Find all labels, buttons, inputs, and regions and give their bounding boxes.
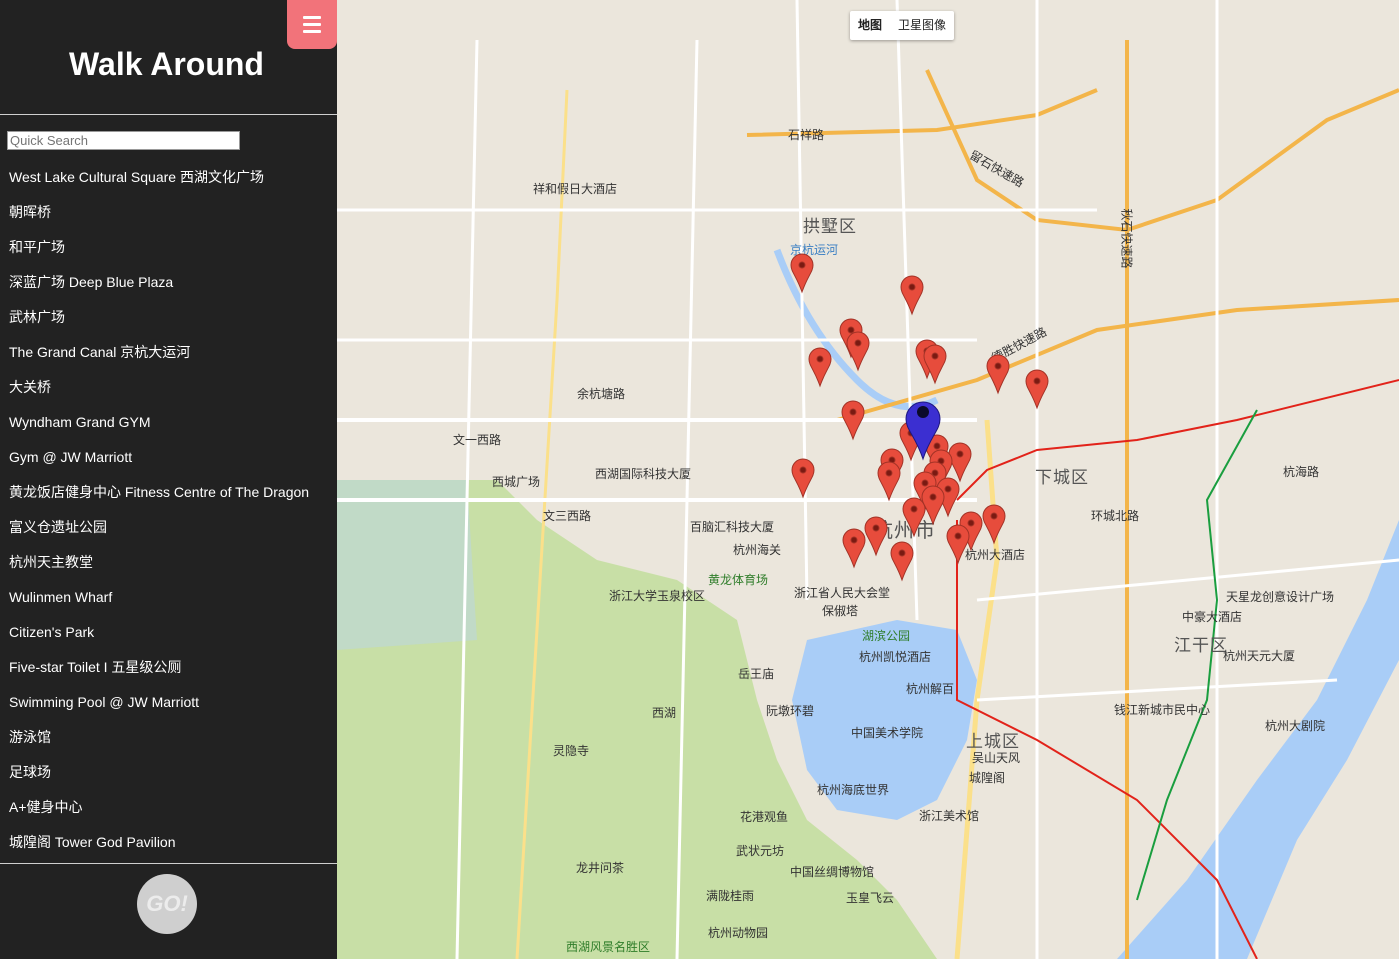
search-input[interactable] [7, 131, 240, 150]
sidebar: Walk Around West Lake Cultural Square 西湖… [0, 0, 337, 959]
place-item[interactable]: Citizen's Park [0, 615, 337, 650]
poi-label: 祥和假日大酒店 [533, 182, 618, 196]
poi-label: 玉皇飞云 [846, 891, 895, 905]
poi-label: 岳王庙 [738, 667, 775, 681]
road-label: 秋石快速路 [1119, 208, 1134, 269]
poi-label: 吴山天风 [972, 751, 1021, 765]
road-label: 文一西路 [453, 433, 502, 447]
poi-label: 杭州凯悦酒店 [859, 650, 932, 664]
district-label: 杭州市 [873, 518, 936, 542]
place-item[interactable]: 杭州天主教堂 [0, 545, 337, 580]
poi-label: 天星龙创意设计广场 [1226, 590, 1335, 604]
place-item[interactable]: Wulinmen Wharf [0, 580, 337, 615]
poi-label: 百脑汇科技大厦 [690, 520, 775, 534]
poi-label: 满陇桂雨 [706, 889, 755, 903]
menu-button[interactable] [287, 0, 337, 49]
map[interactable]: 拱墅区 下城区 杭州市 上城区 江干区 石祥路 留石快速路 德胜快速路 秋石快速… [337, 0, 1399, 959]
road-label: 余杭塘路 [577, 387, 626, 401]
poi-label: 阮墩环碧 [766, 704, 815, 718]
poi-label: 杭州天元大厦 [1223, 649, 1296, 663]
poi-label: 武状元坊 [736, 844, 785, 858]
place-item[interactable]: 朝晖桥 [0, 195, 337, 230]
place-item[interactable]: 大关桥 [0, 370, 337, 405]
poi-label: 龙井问茶 [576, 861, 625, 875]
poi-label: 杭州海关 [733, 543, 782, 557]
poi-label: 浙江大学玉泉校区 [609, 589, 706, 603]
place-item[interactable]: Swimming Pool @ JW Marriott [0, 685, 337, 720]
poi-label: 杭州解百 [906, 682, 955, 696]
poi-label: 中国丝绸博物馆 [790, 865, 875, 879]
place-item[interactable]: 富义仓遗址公园 [0, 510, 337, 545]
poi-label: 杭州大酒店 [965, 548, 1026, 562]
poi-label: 杭州动物园 [708, 926, 769, 940]
poi-label: 西湖风景名胜区 [566, 940, 651, 954]
hamburger-icon-bar [303, 30, 321, 33]
poi-label: 京杭运河 [790, 243, 839, 257]
divider [0, 863, 337, 864]
map-type-control: 地图 卫星图像 [850, 11, 955, 40]
place-item[interactable]: The Grand Canal 京杭大运河 [0, 335, 337, 370]
poi-label: 杭州大剧院 [1265, 719, 1326, 733]
poi-label: 西湖国际科技大厦 [595, 467, 692, 481]
map-type-satellite-button[interactable]: 卫星图像 [890, 11, 954, 40]
district-label: 下城区 [1035, 468, 1089, 488]
place-item[interactable]: West Lake Cultural Square 西湖文化广场 [0, 160, 337, 195]
poi-label: 黄龙体育场 [708, 573, 769, 587]
place-item[interactable]: 游泳馆 [0, 720, 337, 755]
place-item[interactable]: 深蓝广场 Deep Blue Plaza [0, 265, 337, 300]
poi-label: 中国美术学院 [851, 726, 924, 740]
poi-label: 杭州海底世界 [817, 783, 890, 797]
hamburger-icon [303, 16, 321, 19]
place-item[interactable]: 武林广场 [0, 300, 337, 335]
poi-label: 中豪大酒店 [1182, 610, 1243, 624]
poi-label: 城隍阁 [969, 771, 1006, 785]
hamburger-icon-bar [303, 23, 321, 26]
poi-label: 灵隐寺 [553, 744, 590, 758]
poi-label: 浙江省人民大会堂 [794, 586, 891, 600]
poi-label: 西城广场 [492, 475, 541, 489]
district-label: 拱墅区 [803, 217, 857, 237]
poi-label: 保俶塔 [822, 604, 859, 618]
place-list: West Lake Cultural Square 西湖文化广场 朝晖桥 和平广… [0, 160, 337, 860]
poi-label: 西湖 [652, 706, 677, 720]
place-item[interactable]: 足球场 [0, 755, 337, 790]
road-label: 石祥路 [788, 128, 825, 142]
poi-label: 湖滨公园 [862, 629, 911, 643]
poi-label: 钱江新城市民中心 [1114, 703, 1211, 717]
place-item[interactable]: Wyndham Grand GYM [0, 405, 337, 440]
go-button[interactable]: GO! [137, 874, 197, 934]
place-item[interactable]: Five-star Toilet I 五星级公厕 [0, 650, 337, 685]
district-label: 江干区 [1174, 636, 1228, 656]
place-item[interactable]: 和平广场 [0, 230, 337, 265]
poi-label: 花港观鱼 [740, 810, 789, 824]
divider [0, 114, 337, 115]
poi-label: 浙江美术馆 [919, 809, 980, 823]
place-item[interactable]: A+健身中心 [0, 790, 337, 825]
road-label: 杭海路 [1283, 465, 1320, 479]
place-item[interactable]: 城隍阁 Tower God Pavilion [0, 825, 337, 860]
road-label: 环城北路 [1091, 509, 1140, 523]
place-item[interactable]: 黄龙饭店健身中心 Fitness Centre of The Dragon [0, 475, 337, 510]
place-item[interactable]: Gym @ JW Marriott [0, 440, 337, 475]
road-label: 文三西路 [543, 509, 592, 523]
app-title: Walk Around [69, 46, 264, 82]
map-type-map-button[interactable]: 地图 [850, 11, 890, 40]
